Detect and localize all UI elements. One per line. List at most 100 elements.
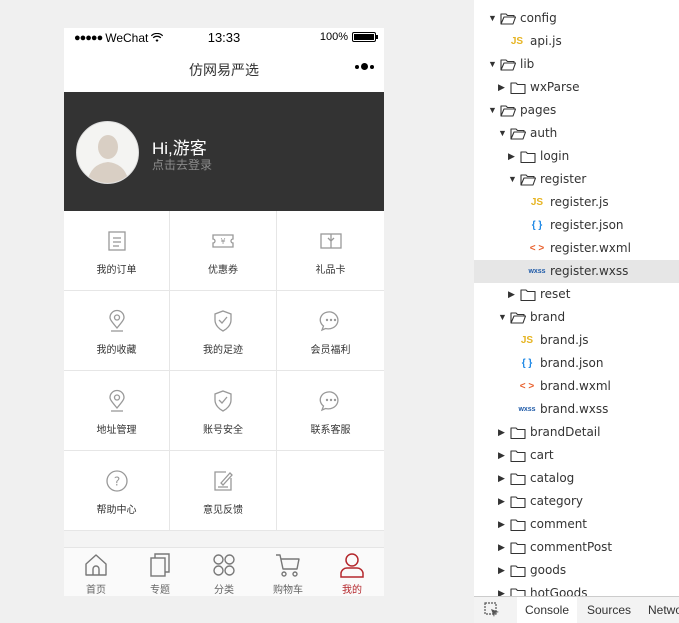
menu-item-orders[interactable]: 我的订单 <box>64 211 170 291</box>
tree-folder-row[interactable]: ▼ lib <box>474 53 679 76</box>
more-menu-icon[interactable] <box>355 63 374 70</box>
chevron-down-icon[interactable]: ▼ <box>488 7 498 30</box>
tree-item-label: brand <box>530 310 566 324</box>
tree-file-row[interactable]: < > register.wxml <box>474 237 679 260</box>
chevron-right-icon[interactable]: ▶ <box>498 536 508 559</box>
chevron-right-icon[interactable]: ▶ <box>508 283 518 306</box>
tab-network[interactable]: Network <box>648 597 679 623</box>
chevron-right-icon[interactable]: ▶ <box>498 421 508 444</box>
login-link[interactable]: 点击去登录 <box>152 156 212 173</box>
chevron-down-icon[interactable]: ▼ <box>488 53 498 76</box>
menu-item-label: 会员福利 <box>310 345 351 356</box>
chevron-down-icon[interactable]: ▼ <box>508 168 518 191</box>
tree-folder-row[interactable]: ▶ reset <box>474 283 679 306</box>
js-file-icon: JS <box>510 36 524 47</box>
svg-text:?: ? <box>113 475 119 489</box>
chevron-right-icon[interactable]: ▶ <box>498 444 508 467</box>
chevron-down-icon[interactable]: ▼ <box>488 99 498 122</box>
file-tree-panel: ▼ config JS api.js ▼ lib ▶ wxParse ▼ pages ▼ auth ▶ l… <box>474 0 679 596</box>
tree-folder-row[interactable]: ▼ register <box>474 168 679 191</box>
avatar[interactable] <box>76 121 139 184</box>
chevron-down-icon[interactable]: ▼ <box>498 122 508 145</box>
tree-folder-row[interactable]: ▶ hotGoods <box>474 582 679 596</box>
tree-file-row[interactable]: wxss brand.wxss <box>474 398 679 421</box>
tree-folder-row[interactable]: ▶ wxParse <box>474 76 679 99</box>
battery-percent: 100% <box>319 31 348 43</box>
chevron-right-icon[interactable]: ▶ <box>498 582 508 596</box>
menu-item-customer-service[interactable]: 联系客服 <box>277 371 384 451</box>
menu-item-coupons[interactable]: ¥ 优惠券 <box>170 211 277 291</box>
tab-sources[interactable]: Sources <box>587 597 631 623</box>
tree-folder-row[interactable]: ▼ brand <box>474 306 679 329</box>
tree-item-label: goods <box>530 563 567 577</box>
tab-category[interactable]: 分类 <box>192 548 256 596</box>
folder-icon <box>510 450 526 463</box>
menu-item-label: 优惠券 <box>208 265 238 276</box>
tree-file-row[interactable]: JS api.js <box>474 30 679 53</box>
tab-label: 分类 <box>214 585 234 596</box>
tree-folder-row[interactable]: ▶ cart <box>474 444 679 467</box>
tab-cart[interactable]: 购物车 <box>256 548 320 596</box>
tree-item-label: register.json <box>550 218 624 232</box>
chevron-right-icon[interactable]: ▶ <box>498 559 508 582</box>
inspect-element-icon[interactable] <box>484 602 500 618</box>
folder-icon <box>510 82 526 95</box>
tab-console[interactable]: Console <box>517 597 577 623</box>
tree-folder-row[interactable]: ▶ category <box>474 490 679 513</box>
tree-folder-row[interactable]: ▶ comment <box>474 513 679 536</box>
tree-item-label: category <box>530 494 584 508</box>
status-bar: ●●●●● WeChat 13:33 100% <box>64 28 384 48</box>
tree-file-row[interactable]: { } brand.json <box>474 352 679 375</box>
cart-icon <box>276 554 300 577</box>
tab-home[interactable]: 首页 <box>64 548 128 596</box>
tree-folder-row[interactable]: ▼ config <box>474 7 679 30</box>
tree-folder-row[interactable]: ▶ brandDetail <box>474 421 679 444</box>
location-pin-icon <box>108 309 125 332</box>
menu-item-account-security[interactable]: 账号安全 <box>170 371 277 451</box>
order-list-icon <box>107 231 126 251</box>
tree-folder-row[interactable]: ▶ commentPost <box>474 536 679 559</box>
chevron-right-icon[interactable]: ▶ <box>498 76 508 99</box>
tree-folder-row[interactable]: ▶ login <box>474 145 679 168</box>
chevron-right-icon[interactable]: ▶ <box>498 513 508 536</box>
menu-item-address[interactable]: 地址管理 <box>64 371 170 451</box>
svg-text:¥: ¥ <box>220 237 225 246</box>
tree-file-row[interactable]: < > brand.wxml <box>474 375 679 398</box>
tree-file-row[interactable]: wxss register.wxss <box>474 260 679 283</box>
menu-item-footprints[interactable]: 我的足迹 <box>170 291 277 371</box>
chevron-right-icon[interactable]: ▶ <box>498 490 508 513</box>
tab-topic[interactable]: 专题 <box>128 548 192 596</box>
tree-folder-row[interactable]: ▼ pages <box>474 99 679 122</box>
battery-icon <box>352 32 378 42</box>
tree-folder-row[interactable]: ▼ auth <box>474 122 679 145</box>
menu-item-label: 礼品卡 <box>315 265 346 276</box>
tree-item-label: hotGoods <box>530 586 588 596</box>
menu-item-help-center[interactable]: ? 帮助中心 <box>64 451 170 531</box>
feedback-edit-icon <box>214 471 233 491</box>
chevron-right-icon[interactable]: ▶ <box>508 145 518 168</box>
folder-icon <box>510 473 526 486</box>
tree-file-row[interactable]: JS brand.js <box>474 329 679 352</box>
nav-bar: 仿网易严选 <box>64 48 384 92</box>
phone-simulator: ●●●●● WeChat 13:33 100% 仿网易严选 Hi,游客 点击去登… <box>64 28 384 596</box>
tree-file-row[interactable]: JS register.js <box>474 191 679 214</box>
menu-grid: 我的订单 ¥ 优惠券 礼品卡 我的收藏 我的足迹 会员福利 地址管理 账号安全 <box>64 211 384 531</box>
tab-mine[interactable]: 我的 <box>320 548 384 596</box>
tree-folder-row[interactable]: ▶ goods <box>474 559 679 582</box>
menu-item-gift-card[interactable]: 礼品卡 <box>277 211 384 291</box>
wxml-file-icon: < > <box>529 243 545 254</box>
tree-item-label: register.js <box>550 195 609 209</box>
chevron-down-icon[interactable]: ▼ <box>498 306 508 329</box>
tree-folder-row[interactable]: ▶ catalog <box>474 467 679 490</box>
section-divider <box>64 531 384 547</box>
tree-item-label: register.wxss <box>550 264 629 278</box>
folder-icon <box>510 496 526 509</box>
folder-icon <box>510 427 526 440</box>
menu-item-feedback[interactable]: 意见反馈 <box>170 451 277 531</box>
tree-file-row[interactable]: { } register.json <box>474 214 679 237</box>
chevron-right-icon[interactable]: ▶ <box>498 467 508 490</box>
menu-item-favorites[interactable]: 我的收藏 <box>64 291 170 371</box>
menu-item-member-benefits[interactable]: 会员福利 <box>277 291 384 371</box>
profile-header[interactable]: Hi,游客 点击去登录 <box>64 92 384 211</box>
location-pin-icon <box>108 389 125 412</box>
